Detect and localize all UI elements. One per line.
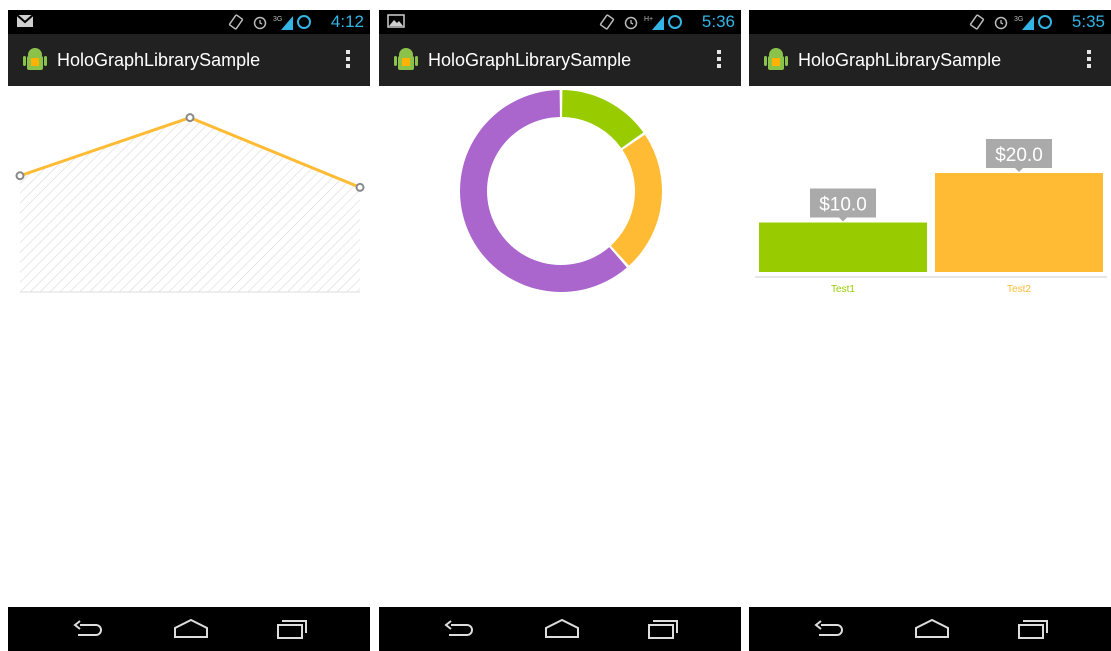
network-type-label: 3G bbox=[1014, 16, 1023, 23]
chart-area: $10.0 Test1 $20.0 Test2 bbox=[749, 86, 1111, 607]
navigation-bar bbox=[749, 607, 1111, 651]
navigation-bar bbox=[8, 607, 370, 651]
vibrate-icon bbox=[228, 14, 244, 35]
android-app-icon[interactable] bbox=[22, 46, 48, 79]
back-icon[interactable] bbox=[441, 617, 475, 646]
battery-icon bbox=[296, 14, 312, 35]
recents-icon[interactable] bbox=[645, 617, 681, 646]
back-icon[interactable] bbox=[811, 617, 845, 646]
bar-chart: $10.0 Test1 $20.0 Test2 bbox=[755, 139, 1107, 295]
chart-area bbox=[379, 86, 741, 607]
overflow-menu-icon[interactable] bbox=[1085, 50, 1093, 72]
android-app-icon[interactable] bbox=[393, 46, 419, 79]
app-title: HoloGraphLibrarySample bbox=[428, 50, 632, 70]
bar bbox=[759, 222, 927, 272]
action-bar: HoloGraphLibrarySample bbox=[379, 34, 741, 86]
pie-slice bbox=[610, 134, 662, 266]
overflow-menu-icon[interactable] bbox=[344, 50, 352, 72]
recents-icon[interactable] bbox=[1015, 617, 1051, 646]
bar bbox=[935, 173, 1103, 272]
status-bar: 3G 5:35 bbox=[749, 10, 1111, 34]
action-bar: HoloGraphLibrarySample bbox=[749, 34, 1111, 86]
gmail-icon bbox=[16, 14, 34, 33]
line-point bbox=[355, 182, 365, 192]
status-time: 5:35 bbox=[1071, 12, 1105, 31]
vibrate-icon bbox=[599, 14, 615, 35]
line-chart bbox=[15, 113, 365, 293]
alarm-icon bbox=[252, 14, 268, 35]
network-type-label: 3G bbox=[273, 16, 282, 23]
line-area-fill bbox=[20, 117, 360, 292]
action-bar: HoloGraphLibrarySample bbox=[8, 34, 370, 86]
signal-icon: 3G bbox=[273, 14, 295, 35]
status-time: 5:36 bbox=[701, 12, 735, 31]
android-app-icon[interactable] bbox=[763, 46, 789, 79]
recents-icon[interactable] bbox=[274, 617, 310, 646]
value-popup-pointer bbox=[839, 217, 847, 222]
line-point bbox=[185, 113, 195, 123]
line-point bbox=[15, 171, 25, 181]
pie-chart bbox=[460, 90, 662, 292]
category-label: Test1 bbox=[831, 284, 855, 295]
home-icon[interactable] bbox=[172, 617, 210, 646]
app-title: HoloGraphLibrarySample bbox=[798, 50, 1002, 70]
battery-icon bbox=[1037, 14, 1053, 35]
app-title: HoloGraphLibrarySample bbox=[57, 50, 261, 70]
chart-area bbox=[8, 86, 370, 607]
bar-value-label: $10.0 bbox=[819, 195, 867, 216]
phone-screen-pie: H+ 5:36 HoloGraphLibrarySample bbox=[379, 10, 741, 651]
network-type-label: H+ bbox=[644, 16, 653, 23]
status-bar: 3G 4:12 bbox=[8, 10, 370, 34]
status-time: 4:12 bbox=[330, 12, 364, 31]
signal-icon: H+ bbox=[644, 14, 666, 35]
home-icon[interactable] bbox=[543, 617, 581, 646]
overflow-menu-icon[interactable] bbox=[715, 50, 723, 72]
bar-value-label: $20.0 bbox=[995, 145, 1043, 166]
category-label: Test2 bbox=[1007, 284, 1031, 295]
status-bar: H+ 5:36 bbox=[379, 10, 741, 34]
pie-slice bbox=[562, 90, 644, 149]
navigation-bar bbox=[379, 607, 741, 651]
back-icon[interactable] bbox=[70, 617, 104, 646]
phone-screen-bar: 3G 5:35 HoloGraphLibrarySample $10.0 Test… bbox=[749, 10, 1111, 651]
home-icon[interactable] bbox=[913, 617, 951, 646]
gallery-icon bbox=[387, 14, 405, 33]
alarm-icon bbox=[993, 14, 1009, 35]
vibrate-icon bbox=[969, 14, 985, 35]
value-popup-pointer bbox=[1015, 168, 1023, 172]
signal-icon: 3G bbox=[1014, 14, 1036, 35]
alarm-icon bbox=[623, 14, 639, 35]
phone-screen-line: 3G 4:12 HoloGraphLibrarySample bbox=[8, 10, 370, 651]
battery-icon bbox=[667, 14, 683, 35]
